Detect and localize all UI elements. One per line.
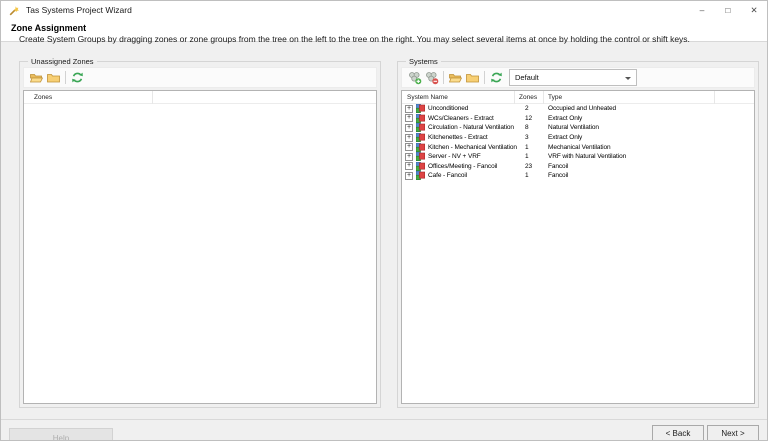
unassigned-zones-list[interactable]: Zones [23,90,377,404]
system-type: VRF with Natural Ventilation [544,153,715,160]
system-group-icon [416,162,425,171]
system-row[interactable]: + WCs/Cleaners - Extract 12 Extract Only [402,114,754,124]
system-row[interactable]: + Kitchen - Mechanical Ventilation 1 Mec… [402,142,754,152]
unassigned-zones-groupbox: Unassigned Zones [19,61,381,408]
expand-plus-icon[interactable]: + [405,114,413,122]
system-name: Offices/Meeting - Fancoil [428,163,497,170]
system-type: Extract Only [544,115,715,122]
expand-plus-icon[interactable]: + [405,162,413,170]
system-type: Natural Ventilation [544,124,715,131]
expand-plus-icon[interactable]: + [405,124,413,132]
expand-plus-icon[interactable]: + [405,172,413,180]
minimize-button[interactable]: – [689,1,715,19]
next-button[interactable]: Next > [707,425,759,441]
toolbar-separator [443,71,444,84]
system-name: WCs/Cleaners - Extract [428,115,494,122]
system-zone-count: 23 [515,163,544,170]
system-row[interactable]: + Circulation - Natural Ventilation 8 Na… [402,123,754,133]
unassigned-zones-toolbar [23,67,377,88]
folder-icon[interactable] [464,69,481,86]
add-system-icon[interactable] [406,69,423,86]
toolbar-separator [65,71,66,84]
system-zone-count: 1 [515,172,544,179]
column-header-blank[interactable] [153,91,376,104]
column-header-blank[interactable] [715,91,754,104]
help-button[interactable]: Help [9,428,113,441]
systems-list[interactable]: System Name Zones Type + Unconditioned 2… [401,90,755,404]
system-row[interactable]: + Server - NV + VRF 1 VRF with Natural V… [402,152,754,162]
close-button[interactable]: ✕ [741,1,767,19]
column-header-system-name[interactable]: System Name [402,91,515,104]
system-type: Fancoil [544,172,715,179]
titlebar: Tas Systems Project Wizard – □ ✕ [1,1,767,19]
system-type: Fancoil [544,163,715,170]
system-group-icon [416,114,425,123]
wizard-wand-icon [9,5,20,16]
back-button[interactable]: < Back [652,425,704,441]
system-name: Kitchen - Mechanical Ventilation [428,144,517,151]
remove-system-icon[interactable] [423,69,440,86]
system-zone-count: 12 [515,115,544,122]
dropdown-value: Default [510,73,539,82]
system-zone-count: 1 [515,144,544,151]
system-group-icon [416,133,425,142]
system-set-dropdown[interactable]: Default [509,69,637,86]
expand-plus-icon[interactable]: + [405,134,413,142]
system-name: Circulation - Natural Ventilation [428,124,514,131]
systems-toolbar: Default [401,67,755,88]
expand-plus-icon[interactable]: + [405,105,413,113]
page-description: Create System Groups by dragging zones o… [19,34,767,44]
system-type: Occupied and Unheated [544,105,715,112]
column-header-zones[interactable]: Zones [24,91,153,104]
toolbar-separator [484,71,485,84]
systems-list-header: System Name Zones Type [402,91,754,104]
system-row[interactable]: + Kitchenettes - Extract 3 Extract Only [402,133,754,143]
column-header-type[interactable]: Type [544,91,715,104]
window-title: Tas Systems Project Wizard [26,5,132,15]
refresh-icon[interactable] [488,69,505,86]
page-title: Zone Assignment [11,23,767,33]
systems-rows: + Unconditioned 2 Occupied and Unheated … [402,104,754,181]
system-type: Mechanical Ventilation [544,144,715,151]
system-name: Server - NV + VRF [428,153,481,160]
system-group-icon [416,171,425,180]
folder-open-icon[interactable] [28,69,45,86]
expand-plus-icon[interactable]: + [405,143,413,151]
system-name: Cafe - Fancoil [428,172,467,179]
expand-plus-icon[interactable]: + [405,153,413,161]
system-zone-count: 8 [515,124,544,131]
system-row[interactable]: + Cafe - Fancoil 1 Fancoil [402,171,754,181]
system-zone-count: 1 [515,153,544,160]
system-row[interactable]: + Unconditioned 2 Occupied and Unheated [402,104,754,114]
system-name: Kitchenettes - Extract [428,134,488,141]
systems-label: Systems [406,56,441,67]
column-header-zones[interactable]: Zones [515,91,544,104]
header-band: Tas Systems Project Wizard – □ ✕ Zone As… [1,1,767,42]
system-group-icon [416,143,425,152]
unassigned-zones-label: Unassigned Zones [28,56,97,67]
system-name: Unconditioned [428,105,468,112]
system-type: Extract Only [544,134,715,141]
system-zone-count: 3 [515,134,544,141]
footer-divider [1,419,767,420]
wizard-window: Tas Systems Project Wizard – □ ✕ Zone As… [0,0,768,441]
system-group-icon [416,123,425,132]
maximize-button[interactable]: □ [715,1,741,19]
folder-icon[interactable] [45,69,62,86]
system-zone-count: 2 [515,105,544,112]
system-group-icon [416,104,425,113]
system-group-icon [416,152,425,161]
zones-list-header: Zones [24,91,376,104]
systems-groupbox: Systems [397,61,759,408]
system-row[interactable]: + Offices/Meeting - Fancoil 23 Fancoil [402,162,754,172]
folder-open-icon[interactable] [447,69,464,86]
refresh-icon[interactable] [69,69,86,86]
chevron-down-icon [625,77,631,80]
